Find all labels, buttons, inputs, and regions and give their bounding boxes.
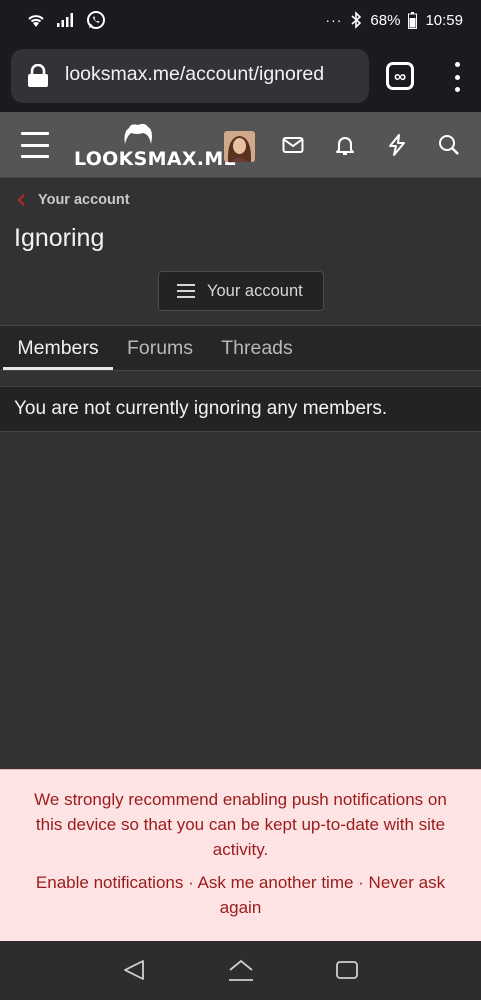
search-icon[interactable] xyxy=(437,133,461,157)
address-bar[interactable]: looksmax.me/account/ignored xyxy=(11,49,369,103)
hamburger-line xyxy=(21,132,49,135)
empty-state-message: You are not currently ignoring any membe… xyxy=(0,386,481,432)
chevron-left-icon xyxy=(17,194,25,206)
browser-toolbar: looksmax.me/account/ignored ∞ xyxy=(0,40,481,112)
separator: · xyxy=(183,873,198,892)
separator: · xyxy=(353,873,369,892)
hamburger-menu-button[interactable] xyxy=(21,132,49,158)
whatsapp-icon xyxy=(87,11,105,29)
push-notification-notice: We strongly recommend enabling push noti… xyxy=(0,769,481,941)
page-title: Ignoring xyxy=(14,224,105,252)
battery-icon xyxy=(408,11,418,29)
menu-icon xyxy=(177,284,195,298)
clock: 10:59 xyxy=(425,11,463,29)
push-actions: Enable notifications · Ask me another ti… xyxy=(22,870,459,920)
signal-icon xyxy=(57,13,73,27)
enable-notifications-link[interactable]: Enable notifications xyxy=(36,873,183,892)
lock-icon xyxy=(28,64,48,87)
system-nav-bar xyxy=(0,941,481,1000)
menu-dot xyxy=(454,87,460,92)
lightning-icon[interactable] xyxy=(385,133,409,157)
hamburger-line xyxy=(21,143,49,147)
status-bar: ··· 68% 10:59 xyxy=(0,0,481,40)
overflow-indicator: ··· xyxy=(325,12,343,28)
menu-dot xyxy=(454,62,460,67)
your-account-label: Your account xyxy=(207,281,303,300)
breadcrumb[interactable]: Your account xyxy=(16,192,130,208)
push-message: We strongly recommend enabling push noti… xyxy=(34,790,447,859)
site-logo[interactable]: LOOKSMAX.ME xyxy=(72,122,237,172)
logo-text: LOOKSMAX.ME xyxy=(74,148,237,170)
ask-later-link[interactable]: Ask me another time xyxy=(198,873,354,892)
bluetooth-icon xyxy=(351,11,362,29)
inbox-icon[interactable] xyxy=(281,133,305,157)
tab-threads[interactable]: Threads xyxy=(207,326,307,371)
tab-forums[interactable]: Forums xyxy=(113,326,207,371)
active-tab-indicator xyxy=(3,367,113,370)
wifi-icon xyxy=(28,15,44,27)
hamburger-line xyxy=(21,155,49,158)
logo-hair-icon xyxy=(124,123,152,144)
browser-menu-button[interactable] xyxy=(449,62,465,92)
site-header: LOOKSMAX.ME xyxy=(0,112,481,178)
ignore-tabs: Members Forums Threads xyxy=(0,325,481,371)
tab-members[interactable]: Members xyxy=(3,326,113,371)
bell-icon[interactable] xyxy=(333,133,357,157)
back-icon[interactable] xyxy=(122,959,146,981)
url-text[interactable]: looksmax.me/account/ignored xyxy=(65,63,324,86)
avatar-image xyxy=(224,131,255,162)
infinity-icon: ∞ xyxy=(393,66,407,86)
battery-percent: 68% xyxy=(370,11,401,29)
tab-switcher-button[interactable]: ∞ xyxy=(386,62,414,90)
menu-dot xyxy=(454,74,460,80)
home-icon[interactable] xyxy=(227,958,255,982)
breadcrumb-link[interactable]: Your account xyxy=(38,192,130,208)
your-account-button[interactable]: Your account xyxy=(158,271,324,311)
user-avatar[interactable] xyxy=(224,131,255,162)
recents-icon[interactable] xyxy=(335,960,359,980)
